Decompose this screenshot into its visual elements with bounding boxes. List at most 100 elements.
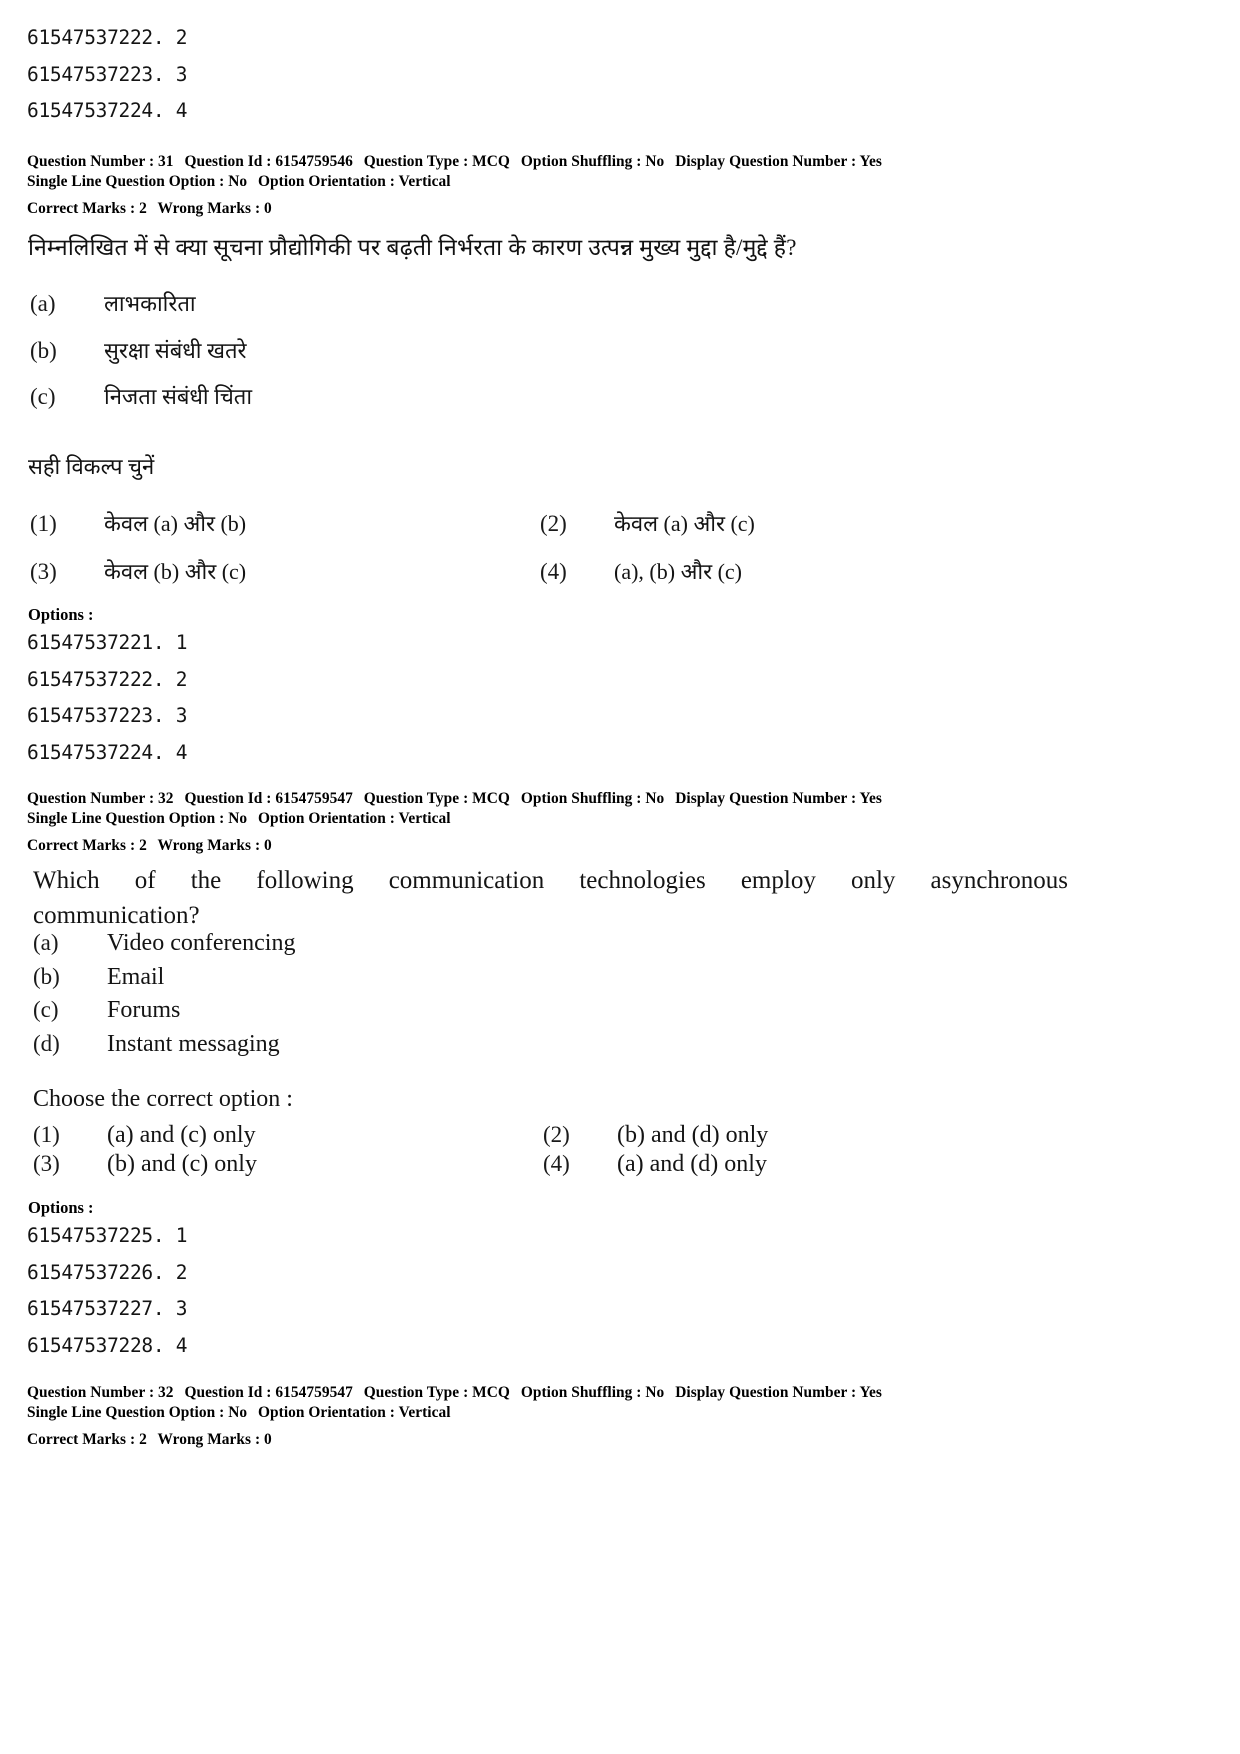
display-question-number-label: Display Question Number :	[675, 790, 857, 807]
option-orientation-label: Option Orientation :	[258, 1404, 395, 1421]
question-31-stem: निम्नलिखित में से क्या सूचना प्रौद्योगिक…	[28, 235, 797, 260]
statement-label: (c)	[30, 384, 56, 409]
top-option-id-list: 61547537222. 2 61547537223. 3 6154753722…	[27, 20, 187, 130]
single-line-question-option-value: No	[228, 1404, 248, 1421]
wrong-marks-label: Wrong Marks :	[157, 200, 261, 217]
statement-label: (a)	[33, 930, 59, 955]
wrong-marks-value: 0	[264, 837, 272, 854]
metadata-line-primary: Question Number : 31 Question Id : 61547…	[27, 152, 882, 172]
option-id-row: 61547537222. 2	[27, 667, 188, 691]
single-line-question-option-label: Single Line Question Option :	[27, 1404, 225, 1421]
choice-option-2[interactable]: (2) (b) and (d) only	[543, 1122, 1053, 1151]
single-line-question-option-label: Single Line Question Option :	[27, 810, 225, 827]
display-question-number-label: Display Question Number :	[675, 153, 857, 170]
question-number-label: Question Number :	[27, 1384, 155, 1401]
question-type-label: Question Type :	[363, 153, 469, 170]
question-31-option-id-list: 61547537221. 1 61547537222. 2 6154753722…	[27, 625, 187, 771]
question-id-label: Question Id :	[184, 153, 272, 170]
statement-item: (c) निजता संबंधी चिंता	[30, 381, 252, 427]
option-shuffling-label: Option Shuffling :	[520, 790, 642, 807]
question-number-value: 32	[158, 1384, 174, 1401]
question-32-instruction: Choose the correct option :	[33, 1086, 293, 1112]
option-id-row: 61547537228. 4	[27, 1333, 188, 1357]
choice-text: (a) and (c) only	[107, 1122, 256, 1148]
statement-item: (b) Email	[33, 964, 295, 998]
statement-text: सुरक्षा संबंधी खतरे	[104, 338, 247, 363]
option-orientation-value: Vertical	[398, 810, 451, 827]
question-number-label: Question Number :	[27, 153, 155, 170]
question-31-choice-grid: (1) केवल (a) और (b) (2) केवल (a) और (c) …	[30, 508, 1030, 604]
choice-option-1[interactable]: (1) (a) and (c) only	[33, 1122, 543, 1151]
statement-text: Instant messaging	[107, 1030, 280, 1057]
choice-text: (b) and (d) only	[617, 1122, 769, 1148]
metadata-line-marks: Correct Marks : 2 Wrong Marks : 0	[27, 199, 882, 219]
statement-text: Video conferencing	[107, 930, 296, 956]
choice-option-1[interactable]: (1) केवल (a) और (b)	[30, 508, 540, 556]
question-32-stem-line-1: Which of the following communication tec…	[33, 863, 1068, 898]
choice-text: (a) and (d) only	[617, 1151, 767, 1177]
question-32-statement-list: (a) Video conferencing (b) Email (c) For…	[33, 930, 295, 1064]
question-32-options-label: Options :	[28, 1198, 94, 1217]
choice-number: (4)	[543, 1151, 570, 1176]
question-31-options-label: Options :	[28, 605, 94, 624]
option-id-row: 61547537227. 3	[27, 1297, 188, 1320]
choice-number: (3)	[30, 559, 57, 584]
single-line-question-option-value: No	[228, 173, 248, 190]
choice-option-3[interactable]: (3) (b) and (c) only	[33, 1151, 543, 1180]
statement-item: (a) लाभकारिता	[30, 288, 252, 335]
single-line-question-option-label: Single Line Question Option :	[27, 173, 225, 190]
metadata-line-marks: Correct Marks : 2 Wrong Marks : 0	[27, 836, 882, 856]
stem-line-1-text: Which of the following communication tec…	[33, 867, 1068, 894]
correct-marks-label: Correct Marks :	[27, 200, 136, 217]
option-orientation-value: Vertical	[398, 1404, 451, 1421]
statement-text: निजता संबंधी चिंता	[104, 384, 253, 409]
question-id-label: Question Id :	[184, 1384, 272, 1401]
correct-marks-value: 2	[139, 200, 147, 217]
choice-row: (1) (a) and (c) only (2) (b) and (d) onl…	[33, 1122, 1033, 1151]
option-id-row: 61547537225. 1	[27, 1224, 188, 1247]
statement-text: लाभकारिता	[104, 291, 196, 316]
display-question-number-value: Yes	[859, 153, 882, 170]
choice-number: (3)	[33, 1151, 60, 1176]
statement-item: (c) Forums	[33, 997, 295, 1031]
choice-option-3[interactable]: (3) केवल (b) और (c)	[30, 556, 540, 604]
choice-text: केवल (a) और (c)	[614, 511, 755, 536]
question-type-value: MCQ	[472, 153, 510, 170]
metadata-line-secondary: Single Line Question Option : No Option …	[27, 809, 882, 829]
option-orientation-label: Option Orientation :	[258, 173, 395, 190]
metadata-line-secondary: Single Line Question Option : No Option …	[27, 172, 882, 192]
question-31-instruction: सही विकल्प चुनें	[28, 454, 155, 479]
question-id-value: 6154759546	[275, 153, 353, 170]
statement-label: (b)	[30, 338, 57, 363]
wrong-marks-label: Wrong Marks :	[157, 1431, 261, 1448]
option-shuffling-value: No	[645, 790, 665, 807]
statement-label: (b)	[33, 963, 60, 989]
question-32-metadata: Question Number : 32 Question Id : 61547…	[27, 789, 882, 856]
choice-number: (2)	[543, 1122, 570, 1147]
exam-paper-page: 61547537222. 2 61547537223. 3 6154753722…	[0, 0, 1240, 1754]
question-number-label: Question Number :	[27, 790, 155, 807]
option-id-row: 61547537226. 2	[27, 1260, 188, 1284]
display-question-number-label: Display Question Number :	[675, 1384, 857, 1401]
statement-label: (d)	[33, 1030, 60, 1056]
question-type-label: Question Type :	[363, 1384, 469, 1401]
correct-marks-value: 2	[139, 1431, 147, 1448]
metadata-line-primary: Question Number : 32 Question Id : 61547…	[27, 789, 882, 809]
question-number-value: 32	[158, 790, 174, 807]
question-31-statement-list: (a) लाभकारिता (b) सुरक्षा संबंधी खतरे (c…	[30, 288, 252, 427]
choice-option-4[interactable]: (4) (a) and (d) only	[543, 1151, 1053, 1180]
display-question-number-value: Yes	[859, 790, 882, 807]
option-id-row: 61547537224. 4	[27, 99, 188, 122]
wrong-marks-value: 0	[264, 200, 272, 217]
metadata-line-secondary: Single Line Question Option : No Option …	[27, 1403, 882, 1423]
option-shuffling-value: No	[645, 153, 665, 170]
question-32-option-id-list: 61547537225. 1 61547537226. 2 6154753722…	[27, 1218, 187, 1364]
option-id-row: 61547537223. 3	[27, 62, 188, 86]
choice-option-4[interactable]: (4) (a), (b) और (c)	[540, 556, 1050, 604]
statement-item: (b) सुरक्षा संबंधी खतरे	[30, 335, 252, 381]
question-32-stem-line-2: communication?	[33, 902, 200, 929]
choice-text: केवल (a) और (b)	[104, 511, 247, 536]
choice-option-2[interactable]: (2) केवल (a) और (c)	[540, 508, 1050, 556]
metadata-line-marks: Correct Marks : 2 Wrong Marks : 0	[27, 1430, 882, 1450]
choice-text: (b) and (c) only	[107, 1151, 257, 1177]
